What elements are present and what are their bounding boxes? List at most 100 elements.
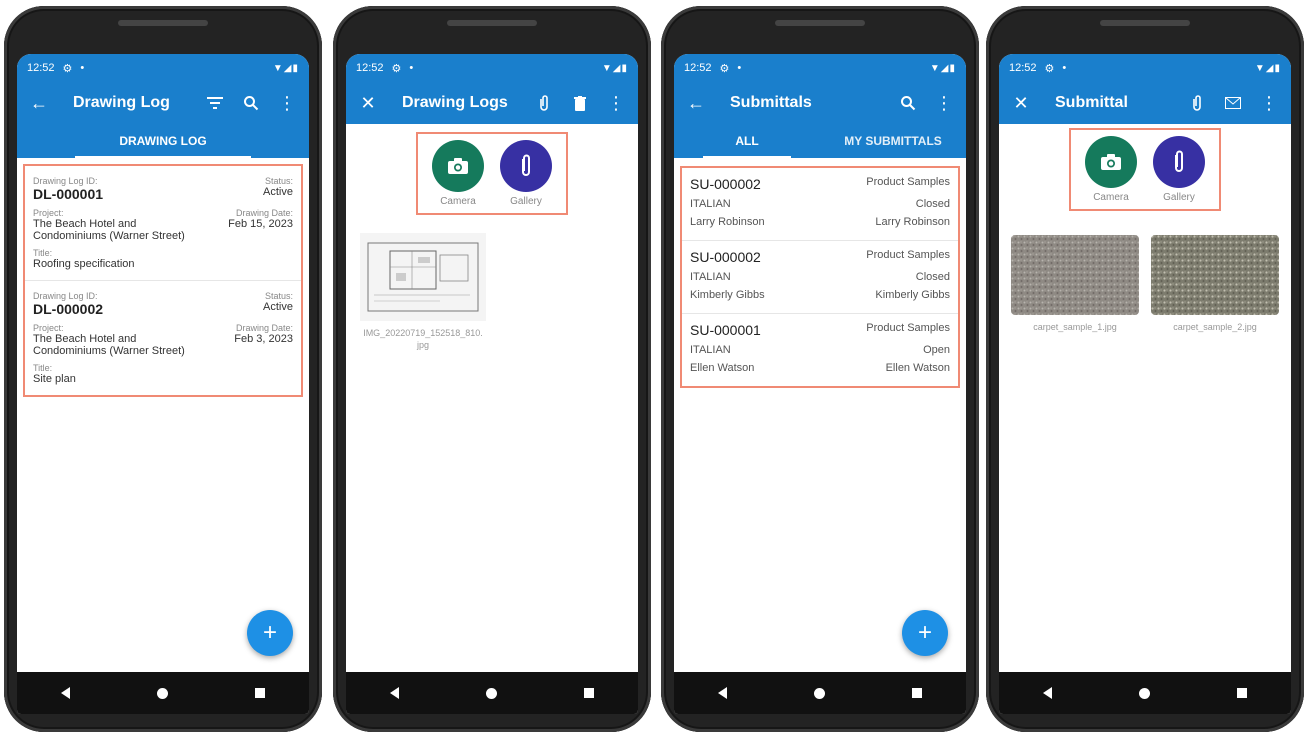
paperclip-icon — [500, 140, 552, 192]
attachment-picker: Camera Gallery — [416, 132, 568, 215]
speaker — [1100, 20, 1190, 26]
screen: 12:52 ⚙ • ▼◢▮ ✕ Drawing Logs ⋮ Camera Ga… — [346, 54, 638, 714]
tab-drawing-log[interactable]: DRAWING LOG — [17, 124, 309, 158]
camera-icon — [1085, 136, 1137, 188]
submittal-id: SU-000001 — [690, 322, 761, 338]
status-label: Status: — [264, 176, 293, 186]
gallery-button[interactable]: Gallery — [500, 140, 552, 207]
nav-home-icon[interactable] — [1130, 678, 1160, 708]
gallery-button[interactable]: Gallery — [1153, 136, 1205, 203]
date-value: Feb 15, 2023 — [228, 218, 293, 230]
list-item[interactable]: Drawing Log ID: DL-000002 Status: Active… — [25, 281, 301, 395]
add-button[interactable]: + — [902, 610, 948, 656]
back-arrow-icon[interactable]: ← — [680, 87, 712, 119]
screen: 12:52 ⚙ • ▼◢▮ ← Drawing Log ⋮ DRAWING LO… — [17, 54, 309, 714]
status-time: 12:52 — [684, 62, 712, 74]
signal-battery-icon: ▼◢▮ — [1254, 62, 1281, 74]
list-item[interactable]: SU-000002 Product Samples ITALIAN Closed L… — [682, 168, 958, 241]
filter-icon[interactable] — [199, 87, 231, 119]
more-vert-icon[interactable]: ⋮ — [271, 87, 303, 119]
tab-my-submittals[interactable]: MY SUBMITTALS — [820, 124, 966, 158]
project-label: Project: — [33, 208, 64, 218]
company: ITALIAN — [690, 271, 731, 283]
phone-drawing-log: 12:52 ⚙ • ▼◢▮ ← Drawing Log ⋮ DRAWING LO… — [4, 6, 322, 732]
page-title: Submittals — [730, 94, 812, 111]
attachment-thumbnail[interactable]: IMG_20220719_152518_810.jpg — [360, 233, 486, 351]
attach-icon[interactable] — [1181, 87, 1213, 119]
close-icon[interactable]: ✕ — [352, 87, 384, 119]
nav-bar — [674, 672, 966, 714]
nav-recents-icon[interactable] — [902, 678, 932, 708]
gallery-label: Gallery — [1163, 192, 1195, 203]
settings-icon: ⚙ — [719, 62, 730, 75]
close-icon[interactable]: ✕ — [1005, 87, 1037, 119]
id-label: Drawing Log ID: — [33, 291, 98, 301]
page-title: Submittal — [1055, 94, 1128, 111]
project-label: Project: — [33, 323, 64, 333]
nav-recents-icon[interactable] — [1227, 678, 1257, 708]
attachment-thumbnail[interactable]: carpet_sample_2.jpg — [1151, 235, 1279, 333]
nav-bar — [17, 672, 309, 714]
status-value: Active — [263, 301, 293, 313]
company: ITALIAN — [690, 344, 731, 356]
submittal-id: SU-000002 — [690, 176, 761, 192]
project-value: The Beach Hotel and Condominiums (Warner… — [33, 218, 185, 242]
dot-icon: • — [1062, 62, 1067, 74]
tab-all[interactable]: ALL — [674, 124, 820, 158]
back-arrow-icon[interactable]: ← — [23, 87, 55, 119]
id-label: Drawing Log ID: — [33, 176, 98, 186]
nav-bar — [999, 672, 1291, 714]
submittal-type: Product Samples — [866, 176, 950, 188]
speaker — [118, 20, 208, 26]
nav-back-icon[interactable] — [1033, 678, 1063, 708]
date-label: Drawing Date: — [235, 323, 293, 333]
add-button[interactable]: + — [247, 610, 293, 656]
title-value: Site plan — [33, 373, 76, 385]
list-item[interactable]: SU-000001 Product Samples ITALIAN Open Ell… — [682, 314, 958, 386]
status-label: Status: — [264, 291, 293, 301]
app-bar: ✕ Drawing Logs ⋮ — [346, 82, 638, 124]
nav-back-icon[interactable] — [708, 678, 738, 708]
nav-recents-icon[interactable] — [245, 678, 275, 708]
company: ITALIAN — [690, 198, 731, 210]
screen: 12:52 ⚙ • ▼◢▮ ← Submittals ⋮ ALL MY SUBM… — [674, 54, 966, 714]
nav-back-icon[interactable] — [51, 678, 81, 708]
more-vert-icon[interactable]: ⋮ — [1253, 87, 1285, 119]
gallery-label: Gallery — [510, 196, 542, 207]
person-left: Larry Robinson — [690, 216, 765, 228]
nav-back-icon[interactable] — [380, 678, 410, 708]
title-label: Title: — [33, 363, 53, 373]
speaker — [775, 20, 865, 26]
status-time: 12:52 — [356, 62, 384, 74]
blueprint-image — [360, 233, 486, 321]
nav-home-icon[interactable] — [805, 678, 835, 708]
camera-button[interactable]: Camera — [432, 140, 484, 207]
email-icon[interactable] — [1217, 87, 1249, 119]
speaker — [447, 20, 537, 26]
drawing-log-id: DL-000002 — [33, 301, 104, 317]
title-label: Title: — [33, 248, 53, 258]
search-icon[interactable] — [892, 87, 924, 119]
dot-icon: • — [409, 62, 414, 74]
status-value: Active — [263, 186, 293, 198]
camera-button[interactable]: Camera — [1085, 136, 1137, 203]
app-bar: ← Submittals ⋮ — [674, 82, 966, 124]
list-item[interactable]: Drawing Log ID: DL-000001 Status: Active… — [25, 166, 301, 281]
search-icon[interactable] — [235, 87, 267, 119]
nav-recents-icon[interactable] — [574, 678, 604, 708]
nav-home-icon[interactable] — [148, 678, 178, 708]
page-title: Drawing Logs — [402, 94, 508, 111]
list-item[interactable]: SU-000002 Product Samples ITALIAN Closed K… — [682, 241, 958, 314]
app-bar: ← Drawing Log ⋮ — [17, 82, 309, 124]
delete-icon[interactable] — [564, 87, 596, 119]
dot-icon: • — [737, 62, 742, 74]
project-value: The Beach Hotel and Condominiums (Warner… — [33, 333, 185, 357]
status-bar: 12:52 ⚙ • ▼◢▮ — [17, 54, 309, 82]
file-name: carpet_sample_2.jpg — [1173, 322, 1257, 332]
submittal-type: Product Samples — [866, 249, 950, 261]
attach-icon[interactable] — [528, 87, 560, 119]
more-vert-icon[interactable]: ⋮ — [928, 87, 960, 119]
attachment-thumbnail[interactable]: carpet_sample_1.jpg — [1011, 235, 1139, 333]
more-vert-icon[interactable]: ⋮ — [600, 87, 632, 119]
nav-home-icon[interactable] — [477, 678, 507, 708]
